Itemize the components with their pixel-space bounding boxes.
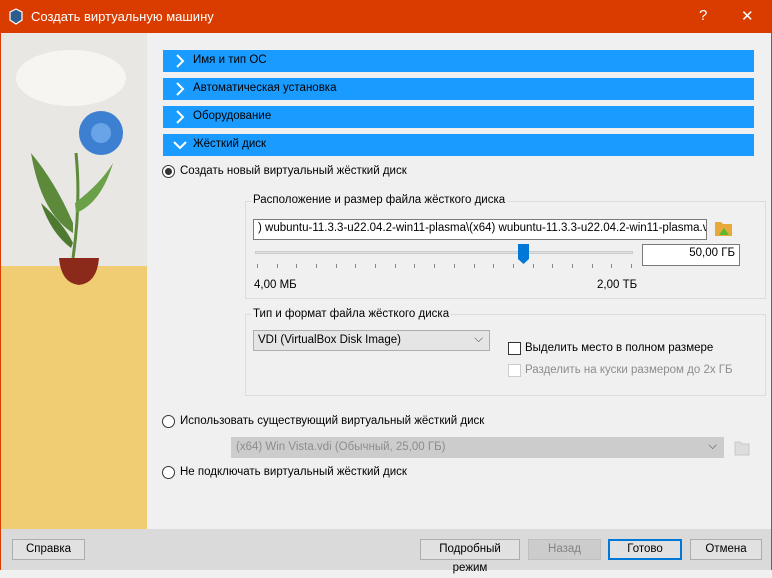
split-checkbox[interactable] — [508, 364, 521, 377]
wizard-illustration — [1, 33, 147, 529]
chevron-down-icon — [173, 141, 187, 150]
preallocate-checkbox[interactable] — [508, 342, 521, 355]
slider-tick — [335, 264, 337, 268]
slider-tick — [257, 264, 258, 268]
disk-path-input[interactable]: ) wubuntu-11.3.3-u22.04.2-win11-plasma\(… — [253, 219, 707, 240]
slider-tick — [296, 264, 298, 268]
finish-button[interactable]: Готово — [608, 539, 682, 560]
chevron-right-icon — [176, 110, 185, 124]
slider-tick — [453, 264, 455, 268]
chevron-down-icon: ⌵ — [708, 440, 717, 452]
use-existing-label[interactable]: Использовать существующий виртуальный жё… — [180, 415, 484, 427]
slider-tick — [493, 264, 495, 268]
slider-tick — [611, 264, 613, 268]
section-name-os[interactable]: Имя и тип ОС — [163, 50, 754, 72]
dialog-window: Создать виртуальную машину ? ✕ Имя и тип… — [0, 0, 772, 574]
slider-tick — [434, 264, 436, 268]
disk-size-input[interactable]: 50,00 ГБ — [642, 244, 740, 266]
slider-tick — [591, 264, 593, 268]
use-existing-radio[interactable] — [162, 415, 175, 428]
chevron-right-icon — [176, 82, 185, 96]
max-size-label: 2,00 ТБ — [597, 279, 638, 291]
slider-tick — [512, 264, 514, 268]
slider-tick — [375, 264, 377, 268]
size-slider-thumb[interactable] — [517, 244, 529, 264]
create-disk-radio[interactable] — [162, 165, 175, 178]
min-size-label: 4,00 МБ — [254, 279, 297, 291]
window-title: Создать виртуальную машину — [31, 9, 214, 24]
slider-tick — [355, 264, 357, 268]
slider-tick — [473, 264, 475, 268]
virtualbox-icon — [9, 8, 23, 25]
location-group-title: Расположение и размер файла жёсткого дис… — [251, 194, 508, 206]
expert-mode-button[interactable]: Подробный режим — [420, 539, 520, 574]
format-group — [245, 314, 766, 396]
chevron-down-icon: ⌵ — [474, 333, 483, 345]
size-slider-track[interactable] — [255, 251, 633, 254]
disk-format-value: VDI (VirtualBox Disk Image) — [258, 334, 401, 346]
slider-tick — [552, 264, 554, 268]
help-button[interactable]: Справка — [12, 539, 85, 560]
split-label: Разделить на куски размером до 2х ГБ — [525, 364, 733, 376]
slider-tick — [631, 264, 632, 268]
create-disk-label[interactable]: Создать новый виртуальный жёсткий диск — [180, 165, 407, 177]
folder-browse-disabled-icon[interactable] — [734, 439, 750, 456]
format-group-title: Тип и формат файла жёсткого диска — [251, 308, 452, 320]
help-title-button[interactable]: ? — [699, 7, 707, 24]
no-disk-radio[interactable] — [162, 466, 175, 479]
slider-tick — [571, 264, 573, 268]
folder-browse-icon[interactable] — [714, 219, 733, 237]
existing-disk-select[interactable]: (x64) Win Vista.vdi (Обычный, 25,00 ГБ) … — [231, 437, 724, 458]
no-disk-label[interactable]: Не подключать виртуальный жёсткий диск — [180, 466, 407, 478]
back-button[interactable]: Назад — [528, 539, 601, 560]
preallocate-label[interactable]: Выделить место в полном размере — [525, 342, 713, 354]
section-hard-disk[interactable]: Жёсткий диск — [163, 134, 754, 156]
slider-tick — [414, 264, 416, 268]
existing-disk-value: (x64) Win Vista.vdi (Обычный, 25,00 ГБ) — [236, 441, 446, 453]
section-hardware[interactable]: Оборудование — [163, 106, 754, 128]
chevron-right-icon — [176, 54, 185, 68]
section-unattended-install[interactable]: Автоматическая установка — [163, 78, 754, 100]
disk-format-select[interactable]: VDI (VirtualBox Disk Image) ⌵ — [253, 330, 490, 351]
title-bar: Создать виртуальную машину ? ✕ — [1, 1, 771, 33]
cancel-button[interactable]: Отмена — [690, 539, 762, 560]
slider-tick — [394, 264, 396, 268]
slider-tick — [532, 264, 534, 268]
slider-tick — [276, 264, 278, 268]
slider-tick — [316, 264, 318, 268]
close-button[interactable]: ✕ — [741, 7, 754, 25]
